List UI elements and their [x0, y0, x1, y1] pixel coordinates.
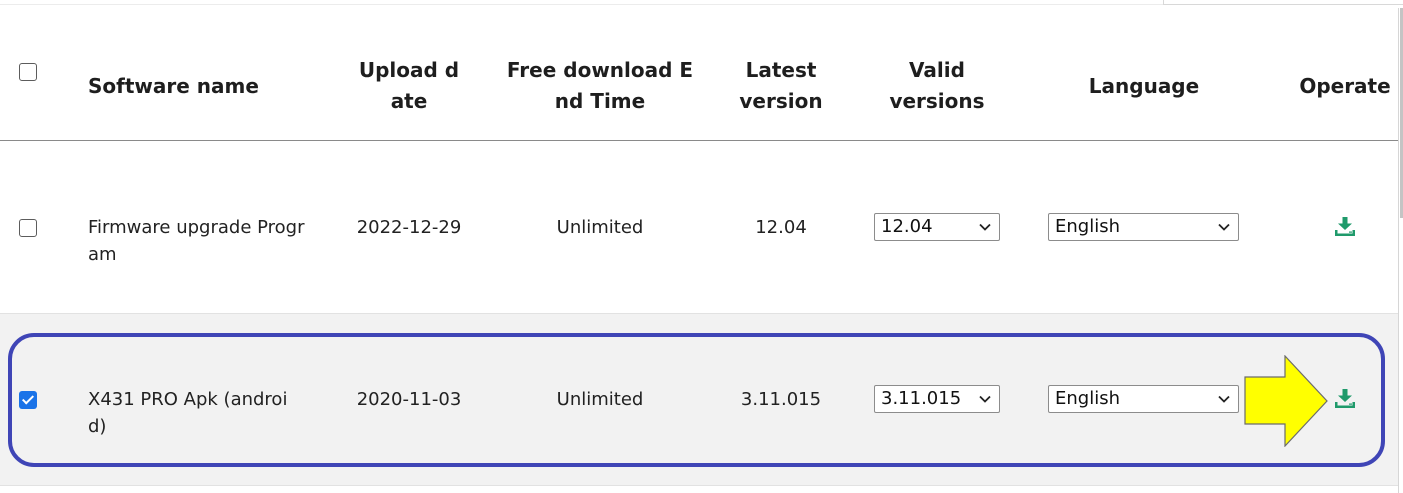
header-language: Language: [1088, 73, 1200, 98]
row-divider: [0, 485, 1398, 486]
row-1-valid-version-select[interactable]: 12.04: [874, 213, 1000, 241]
download-icon[interactable]: [1334, 217, 1356, 237]
header-software-name: Software name: [88, 73, 259, 98]
row-1-language-select[interactable]: English: [1048, 213, 1239, 241]
row-1-free-download-end-time: Unlimited: [556, 217, 644, 238]
row-1-upload-date: 2022-12-29: [356, 217, 462, 238]
arrow-annotation-icon: [1244, 355, 1328, 447]
row-1-checkbox[interactable]: [19, 219, 37, 237]
chevron-down-icon: [1218, 223, 1230, 231]
header-valid-versions: Valid versions: [889, 58, 985, 113]
row-1-latest-version: 12.04: [755, 217, 807, 238]
software-download-page: Software name Upload d ate Free download…: [0, 0, 1403, 493]
highlight-annotation-box: [8, 333, 1385, 467]
header-upload-date: Upload d ate: [358, 58, 460, 113]
top-right-panel-edge: [1163, 0, 1403, 5]
header-divider: [0, 140, 1398, 141]
header-latest-version: Latest version: [739, 58, 823, 113]
header-operate: Operate: [1299, 73, 1391, 98]
row-1-software-name: Firmware upgrade Progr am: [88, 217, 305, 265]
header-free-download-end-time: Free download E nd Time: [506, 58, 694, 113]
top-divider: [0, 4, 1163, 5]
chevron-down-icon: [979, 223, 991, 231]
select-all-checkbox[interactable]: [19, 63, 37, 81]
